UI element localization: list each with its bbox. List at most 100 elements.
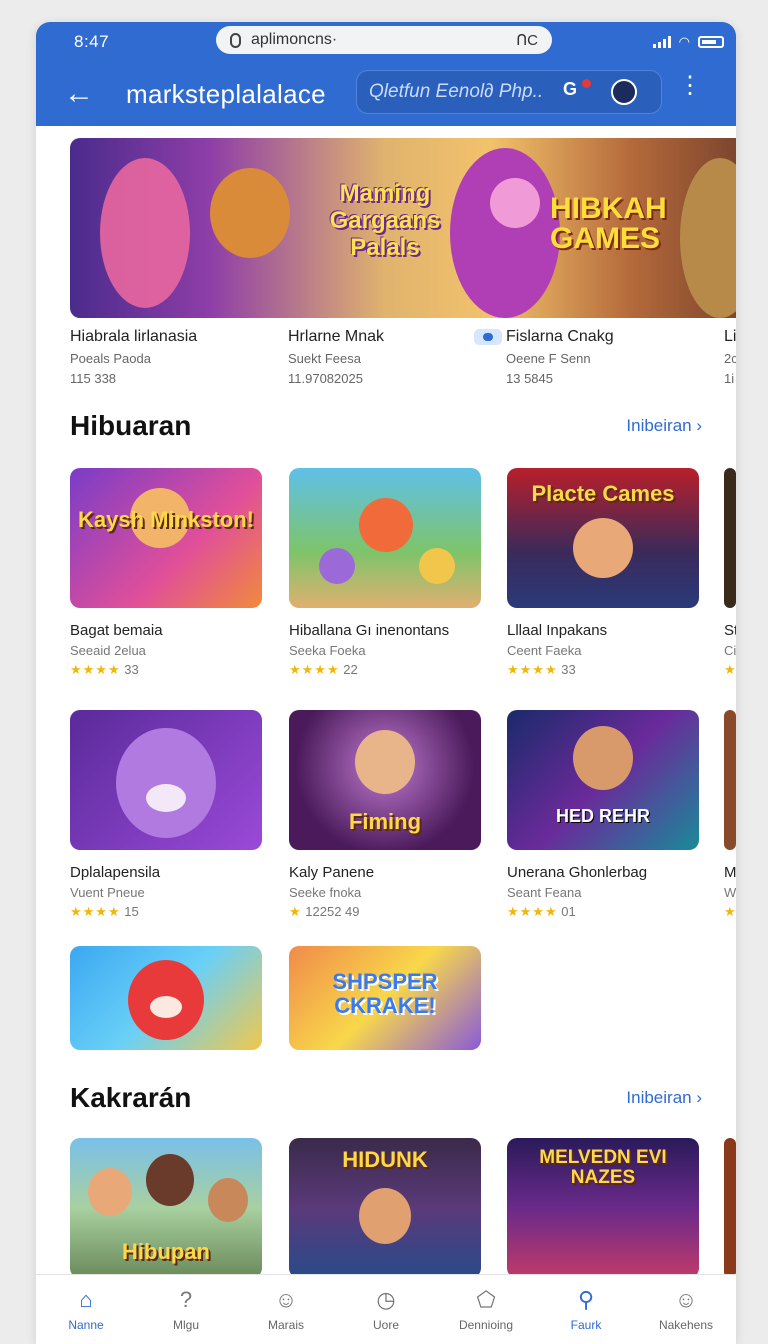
nav-home[interactable]: ⌂ Nanne bbox=[36, 1275, 136, 1344]
search-bar[interactable]: G bbox=[356, 70, 662, 114]
profile-icon: ☺ bbox=[674, 1286, 698, 1312]
url-text: aplimoncns· bbox=[251, 31, 338, 48]
hero-caption[interactable]: Hrlarne Mnak Suekt Feesa 11.97082025 bbox=[288, 328, 506, 386]
main-content: Maming Gargaans Palals HIBKAH GAMES Hiab… bbox=[36, 126, 736, 1278]
nav-label: Mlgu bbox=[172, 1317, 199, 1332]
bottom-nav: ⌂ Nanne ? Mlgu ☺ Marais ◷ Uore ⬠ Dennioi… bbox=[36, 1274, 736, 1344]
caption-title: Fislarna Cnakg bbox=[506, 328, 614, 345]
reload-icon[interactable]: ᑎC bbox=[516, 31, 538, 49]
game-thumbnail bbox=[724, 1138, 736, 1278]
game-rating: ★ bbox=[724, 662, 736, 678]
person-icon: ☺ bbox=[274, 1286, 298, 1312]
caption-title: Hrlarne Mnak bbox=[288, 328, 385, 345]
caption-sub: 2c bbox=[724, 351, 736, 366]
nav-label: Faurk bbox=[570, 1317, 602, 1332]
battery-icon bbox=[698, 36, 724, 48]
game-thumbnail: SHPSPER CKRAKE! bbox=[289, 946, 481, 1050]
wifi-icon: ◠ bbox=[678, 34, 690, 49]
game-rating: ★★★★ 33 bbox=[507, 662, 699, 678]
nav-label: Dennioing bbox=[458, 1317, 514, 1332]
back-arrow-icon[interactable]: ← bbox=[64, 77, 104, 111]
app-title: marksteplalalace bbox=[126, 78, 326, 109]
caption-sub: Oeene F Senn bbox=[506, 351, 591, 366]
hero-captions: Hiabrala lirlanasia Poeals Paoda 115 338… bbox=[70, 328, 736, 386]
nav-box[interactable]: ⬠ Dennioing bbox=[436, 1275, 536, 1344]
hero-title-2: HIBKAH GAMES bbox=[550, 192, 667, 255]
hero-caption[interactable]: Hiabrala lirlanasia Poeals Paoda 115 338 bbox=[70, 328, 288, 386]
hero-banner[interactable]: Maming Gargaans Palals HIBKAH GAMES bbox=[70, 138, 736, 318]
thumbnail-label: HIDUNK bbox=[342, 1147, 428, 1172]
game-developer: W bbox=[724, 885, 736, 900]
game-card-partial[interactable]: M W ★ bbox=[724, 710, 736, 920]
game-rating: ★★★★ 01 bbox=[507, 904, 699, 920]
nav-help[interactable]: ? Mlgu bbox=[136, 1275, 236, 1344]
game-card[interactable]: Fiming Kaly Panene Seeke fnoka ★ 12252 4… bbox=[289, 710, 481, 920]
game-card[interactable]: SHPSPER CKRAKE! bbox=[289, 946, 481, 1050]
game-developer: Seeka Foeka bbox=[289, 643, 366, 658]
game-title: Bagat bemaia bbox=[70, 622, 163, 639]
game-rating: ★★★★ 15 bbox=[70, 904, 262, 920]
camera-icon[interactable]: G bbox=[563, 79, 591, 105]
game-title: Kaly Panene bbox=[289, 864, 375, 881]
game-developer: Seeke fnoka bbox=[289, 885, 362, 900]
star-rating-icon: ★★★★ bbox=[70, 662, 121, 677]
more-options-icon[interactable]: ⋮ bbox=[678, 74, 702, 98]
hero-caption[interactable]: Li 2c 1i bbox=[724, 328, 736, 386]
nav-profile[interactable]: ☺ Nakehens bbox=[636, 1275, 736, 1344]
search-input[interactable] bbox=[369, 81, 551, 103]
game-card[interactable]: HIDUNK bbox=[289, 1138, 481, 1278]
hero-title-1: Maming Gargaans Palals bbox=[329, 180, 441, 261]
url-bar[interactable]: aplimoncns· ᑎC bbox=[216, 26, 552, 54]
app-window: 8:47 aplimoncns· ᑎC ◠ ← marksteplalalace… bbox=[36, 22, 736, 1344]
game-card[interactable]: Hiballana Gı inenontans Seeka Foeka ★★★★… bbox=[289, 468, 481, 678]
game-title: Lllaal Inpakans bbox=[507, 622, 608, 639]
help-icon: ? bbox=[179, 1286, 193, 1312]
game-developer: Vuent Pneue bbox=[70, 885, 145, 900]
section-header: Hibuaran Inibeiran › bbox=[70, 410, 702, 442]
game-card[interactable]: HED REHR Unerana Ghonlerbag Seant Feana … bbox=[507, 710, 699, 920]
game-title: Hiballana Gı inenontans bbox=[289, 622, 450, 639]
avatar[interactable] bbox=[611, 79, 637, 105]
game-thumbnail bbox=[70, 946, 262, 1050]
game-card-partial[interactable] bbox=[724, 1138, 736, 1278]
game-rating: ★ 12252 49 bbox=[289, 904, 481, 920]
game-thumbnail bbox=[289, 468, 481, 608]
game-rating: ★★★★ 33 bbox=[70, 662, 262, 678]
hero-caption[interactable]: Fislarna Cnakg Oeene F Senn 13 5845 bbox=[506, 328, 724, 386]
status-time: 8:47 bbox=[74, 32, 110, 51]
caption-sub: Suekt Feesa bbox=[288, 351, 361, 366]
chat-badge-icon bbox=[474, 329, 503, 345]
game-card[interactable]: Placte Cames Lllaal Inpakans Ceent Faeka… bbox=[507, 468, 699, 678]
game-card-partial[interactable]: St Ci ★ bbox=[724, 468, 736, 678]
clock-icon: ◷ bbox=[376, 1286, 396, 1312]
game-card[interactable]: Dplalapensila Vuent Pneue ★★★★ 15 bbox=[70, 710, 262, 920]
star-rating-icon: ★★★★ bbox=[507, 662, 558, 677]
app-bar: ← marksteplalalace G ⋮ bbox=[36, 62, 736, 126]
game-developer: Ci bbox=[724, 643, 736, 658]
star-rating-icon: ★★★★ bbox=[289, 662, 340, 677]
game-card[interactable]: Hibupan bbox=[70, 1138, 262, 1278]
nav-label: Marais bbox=[267, 1317, 304, 1332]
nav-clock[interactable]: ◷ Uore bbox=[336, 1275, 436, 1344]
game-developer: Seeaid 2elua bbox=[70, 643, 146, 658]
game-card[interactable]: Kaysh Minkston! Bagat bemaia Seeaid 2elu… bbox=[70, 468, 262, 678]
game-card[interactable]: MELVEDN EVI NAZES bbox=[507, 1138, 699, 1278]
box-icon: ⬠ bbox=[476, 1286, 496, 1312]
caption-count: 1i bbox=[724, 371, 735, 386]
game-thumbnail: Fiming bbox=[289, 710, 481, 850]
game-thumbnail bbox=[70, 710, 262, 850]
game-rating: ★ bbox=[724, 904, 736, 920]
star-rating-icon: ★★★★ bbox=[70, 904, 121, 919]
game-developer: Ceent Faeka bbox=[507, 643, 582, 658]
game-title: Unerana Ghonlerbag bbox=[507, 864, 648, 881]
thumbnail-label: HED REHR bbox=[555, 806, 650, 826]
game-card[interactable] bbox=[70, 946, 262, 1050]
star-rating-icon: ★ bbox=[289, 904, 302, 919]
section-title: Kakrarán bbox=[70, 1082, 192, 1113]
see-more-link[interactable]: Inibeiran › bbox=[626, 416, 702, 436]
see-more-link[interactable]: Inibeiran › bbox=[626, 1088, 702, 1108]
game-title: M bbox=[724, 864, 736, 881]
star-rating-icon: ★ bbox=[724, 662, 736, 677]
nav-person[interactable]: ☺ Marais bbox=[236, 1275, 336, 1344]
nav-search[interactable]: ⚲ Faurk bbox=[536, 1275, 636, 1344]
